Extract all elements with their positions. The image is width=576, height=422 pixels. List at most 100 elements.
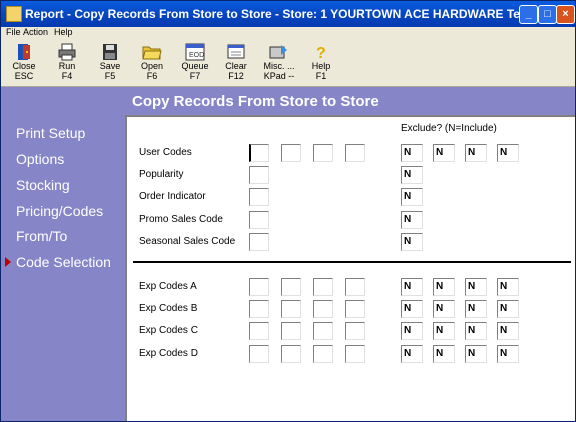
exp-code-a-2-exclude[interactable]: N [433,278,455,296]
exp-codes-d-label: Exp Codes D [139,348,198,359]
run-button[interactable]: Run F4 [47,43,87,85]
promo-sales-code-exclude[interactable]: N [401,211,423,229]
exclude-header: Exclude? (N=Include) [401,123,497,134]
close-button[interactable]: Close ESC [4,43,44,85]
save-button[interactable]: Save F5 [90,43,130,85]
exp-code-a-4-input[interactable] [345,278,365,296]
exp-code-d-1-exclude[interactable]: N [401,345,423,363]
exp-code-c-1-input[interactable] [249,322,269,340]
exp-code-c-4-exclude[interactable]: N [497,322,519,340]
help-label: Help [311,61,331,71]
title-bar[interactable]: Report - Copy Records From Store to Stor… [1,1,575,27]
promo-sales-code-label: Promo Sales Code [139,214,223,225]
maximize-button[interactable]: □ [538,5,557,24]
exp-code-b-2-input[interactable] [281,300,301,318]
exp-codes-b-label: Exp Codes B [139,303,198,314]
user-code-3-input[interactable] [313,144,333,162]
sidebar-item-options[interactable]: Options [16,151,64,167]
misc-label: Misc. ... [263,61,295,71]
seasonal-sales-code-exclude[interactable]: N [401,233,423,251]
exp-code-b-2-exclude[interactable]: N [433,300,455,318]
exp-code-b-3-exclude[interactable]: N [465,300,487,318]
menu-file[interactable]: File [6,27,21,37]
exp-code-b-4-exclude[interactable]: N [497,300,519,318]
svg-text:?: ? [316,45,326,61]
exp-code-a-1-exclude[interactable]: N [401,278,423,296]
help-question-icon: ? [316,45,326,61]
exp-code-c-3-exclude[interactable]: N [465,322,487,340]
menu-bar: File Action Help [1,27,575,41]
sidebar-item-from-to[interactable]: From/To [16,228,67,244]
order-indicator-input[interactable] [249,188,269,206]
exp-code-a-4-exclude[interactable]: N [497,278,519,296]
floppy-disk-icon [103,44,117,60]
exp-code-c-1-exclude[interactable]: N [401,322,423,340]
user-code-1-exclude[interactable]: N [401,144,423,162]
exp-code-a-1-input[interactable] [249,278,269,296]
exp-codes-a-label: Exp Codes A [139,281,197,292]
user-code-3-exclude[interactable]: N [465,144,487,162]
exp-code-a-2-input[interactable] [281,278,301,296]
exp-code-b-1-input[interactable] [249,300,269,318]
user-code-2-input[interactable] [281,144,301,162]
exp-code-b-4-input[interactable] [345,300,365,318]
code-selection-panel: Exclude? (N=Include) User Codes N N N N … [125,115,575,421]
menu-action[interactable]: Action [23,27,48,37]
exp-code-d-3-exclude[interactable]: N [465,345,487,363]
exp-code-c-3-input[interactable] [313,322,333,340]
sidebar-item-code-selection[interactable]: Code Selection [16,254,111,270]
exp-code-d-3-input[interactable] [313,345,333,363]
order-indicator-exclude[interactable]: N [401,188,423,206]
promo-sales-code-input[interactable] [249,211,269,229]
exp-code-d-2-exclude[interactable]: N [433,345,455,363]
sidebar-item-print-setup[interactable]: Print Setup [16,125,85,141]
keypad-icon [269,45,287,59]
exp-code-c-4-input[interactable] [345,322,365,340]
exp-code-c-2-exclude[interactable]: N [433,322,455,340]
seasonal-sales-code-input[interactable] [249,233,269,251]
exp-code-d-1-input[interactable] [249,345,269,363]
minimize-button[interactable]: _ [519,5,538,24]
queue-eod-icon: EOD [185,43,205,61]
report-window: Report - Copy Records From Store to Stor… [0,0,576,422]
close-shortcut: ESC [14,71,34,81]
app-icon [6,6,22,22]
close-window-button[interactable]: × [556,5,575,24]
clear-button[interactable]: Clear F12 [216,43,256,85]
queue-button[interactable]: EOD Queue F7 [175,43,215,85]
misc-kpad-button[interactable]: Misc. ... KPad -- [257,43,301,85]
open-button[interactable]: Open F6 [132,43,172,85]
user-code-1-input[interactable] [249,144,269,162]
user-code-2-exclude[interactable]: N [433,144,455,162]
menu-help[interactable]: Help [54,27,73,37]
printer-icon [58,43,76,61]
section-divider [133,261,571,263]
user-code-4-exclude[interactable]: N [497,144,519,162]
exp-code-b-1-exclude[interactable]: N [401,300,423,318]
exp-code-a-3-exclude[interactable]: N [465,278,487,296]
exp-code-a-3-input[interactable] [313,278,333,296]
user-codes-label: User Codes [139,147,192,158]
sidebar-item-stocking[interactable]: Stocking [16,177,70,193]
user-code-4-input[interactable] [345,144,365,162]
queue-label: Queue [181,61,209,71]
popularity-input[interactable] [249,166,269,184]
exp-code-d-2-input[interactable] [281,345,301,363]
popularity-exclude[interactable]: N [401,166,423,184]
open-label: Open [140,61,164,71]
clear-label: Clear [225,61,247,71]
help-button[interactable]: ? Help F1 [301,43,341,85]
popularity-label: Popularity [139,169,184,180]
exp-code-c-2-input[interactable] [281,322,301,340]
open-shortcut: F6 [146,71,158,81]
svg-text:EOD: EOD [189,52,204,59]
close-door-icon [18,44,30,60]
sidebar-item-pricing-codes[interactable]: Pricing/Codes [16,203,103,219]
save-label: Save [99,61,121,71]
exp-code-d-4-input[interactable] [345,345,365,363]
page-title: Copy Records From Store to Store [132,93,379,110]
exp-code-d-4-exclude[interactable]: N [497,345,519,363]
exp-code-b-3-input[interactable] [313,300,333,318]
clear-shortcut: F12 [228,71,244,81]
window-title: Report - Copy Records From Store to Stor… [25,7,576,21]
